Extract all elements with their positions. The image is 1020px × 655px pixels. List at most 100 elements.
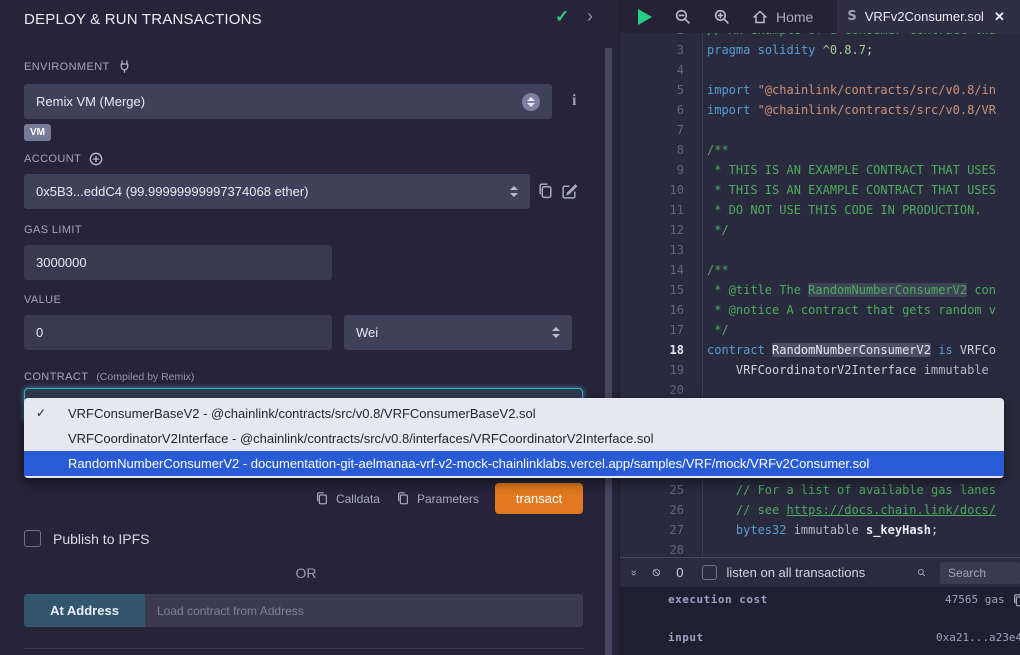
edit-account-icon[interactable] xyxy=(561,182,578,200)
line-number: 3 xyxy=(620,40,684,60)
terminal-value: 0xa21...a23e4 xyxy=(936,631,1020,644)
copy-icon xyxy=(396,491,410,506)
collapse-panel-chevron-icon[interactable]: › xyxy=(587,6,593,27)
account-label: ACCOUNT xyxy=(24,153,81,165)
at-address-input[interactable] xyxy=(145,594,583,627)
compile-success-check-icon: ✓ xyxy=(555,7,569,27)
contract-label: CONTRACT xyxy=(24,371,88,383)
publish-ipfs-checkbox[interactable] xyxy=(24,530,41,547)
terminal-row-execution-cost: execution cost 47565 gas xyxy=(620,593,1020,609)
line-content xyxy=(702,120,707,140)
line-content: /** xyxy=(702,260,729,280)
line-content: * DO NOT USE THIS CODE IN PRODUCTION. xyxy=(702,200,982,220)
file-tab-label: VRFv2Consumer.sol xyxy=(865,9,984,24)
environment-info-icon[interactable]: i xyxy=(572,92,576,110)
terminal-search-input[interactable] xyxy=(940,562,1020,584)
plug-icon xyxy=(118,60,131,73)
code-line: 14 /** xyxy=(620,260,1020,280)
home-tab-label: Home xyxy=(776,9,813,25)
listen-all-transactions-checkbox[interactable] xyxy=(702,565,717,580)
line-number: 28 xyxy=(620,540,684,557)
copy-parameters-button[interactable]: Parameters xyxy=(396,491,479,506)
line-content: * THIS IS AN EXAMPLE CONTRACT THAT USES xyxy=(702,160,996,180)
terminal-key: execution cost xyxy=(668,593,768,606)
environment-select[interactable]: Remix VM (Merge) xyxy=(24,84,552,119)
or-separator: OR xyxy=(0,565,612,581)
zoom-in-icon[interactable] xyxy=(713,8,730,25)
code-line: 12 */ xyxy=(620,220,1020,240)
code-line: 17 */ xyxy=(620,320,1020,340)
copy-account-icon[interactable] xyxy=(537,182,554,200)
home-icon xyxy=(752,9,768,25)
code-line: 19 VRFCoordinatorV2Interface immutable xyxy=(620,360,1020,380)
code-line: 20 xyxy=(620,380,1020,400)
line-number: 13 xyxy=(620,240,684,260)
tab-vrfv2consumer[interactable]: S VRFv2Consumer.sol ✕ xyxy=(837,0,1020,33)
dropdown-item-vrfconsumerbasev2[interactable]: ✓ VRFConsumerBaseV2 - @chainlink/contrac… xyxy=(24,401,1004,426)
search-icon xyxy=(917,565,926,580)
dropdown-item-randomnumberconsumerv2[interactable]: RandomNumberConsumerV2 - documentation-g… xyxy=(24,451,1004,476)
terminal-key: input xyxy=(668,631,704,644)
code-line: 3pragma solidity ^0.8.7; xyxy=(620,40,1020,60)
code-lines: 2// An example of a consumer contract th… xyxy=(620,33,1020,557)
line-number: 9 xyxy=(620,160,684,180)
add-account-icon[interactable] xyxy=(89,152,103,166)
run-script-play-icon[interactable] xyxy=(638,9,652,25)
gas-limit-input[interactable] xyxy=(36,255,320,270)
clear-console-ban-icon[interactable] xyxy=(652,565,661,580)
line-number: 7 xyxy=(620,120,684,140)
code-line: 16 * @notice A contract that gets random… xyxy=(620,300,1020,320)
code-line: 11 * DO NOT USE THIS CODE IN PRODUCTION. xyxy=(620,200,1020,220)
listen-all-transactions-label: listen on all transactions xyxy=(727,565,866,580)
account-label-row: ACCOUNT xyxy=(24,152,103,166)
line-number: 26 xyxy=(620,500,684,520)
code-line: 26 // see https://docs.chain.link/docs/ xyxy=(620,500,1020,520)
terminal-value: 47565 gas xyxy=(945,593,1005,606)
line-number: 14 xyxy=(620,260,684,280)
value-unit-select[interactable]: Wei xyxy=(344,315,572,350)
terminal-toolbar: 0 listen on all transactions xyxy=(620,557,1020,587)
environment-label: ENVIRONMENT xyxy=(24,61,110,73)
contract-sublabel: (Compiled by Remix) xyxy=(96,371,194,383)
transact-button[interactable]: transact xyxy=(495,483,583,514)
line-content: * @title The RandomNumberConsumerV2 con xyxy=(702,280,996,300)
zoom-out-icon[interactable] xyxy=(674,8,691,25)
line-number: 6 xyxy=(620,100,684,120)
value-input[interactable] xyxy=(36,325,320,340)
line-number: 11 xyxy=(620,200,684,220)
gas-limit-label: GAS LIMIT xyxy=(24,224,82,236)
terminal-row-input: input 0xa21...a23e4 xyxy=(620,631,1020,647)
code-line: 25 // For a list of available gas lanes xyxy=(620,480,1020,500)
panel-scrollbar[interactable] xyxy=(605,48,612,655)
dropdown-item-vrfcoordinatorv2interface[interactable]: VRFCoordinatorV2Interface - @chainlink/c… xyxy=(24,426,1004,451)
line-content xyxy=(702,60,707,80)
value-field xyxy=(24,315,332,350)
line-number: 16 xyxy=(620,300,684,320)
line-content: */ xyxy=(702,220,729,240)
copy-value-icon[interactable] xyxy=(1012,593,1020,608)
code-line: 27 bytes32 immutable s_keyHash; xyxy=(620,520,1020,540)
line-content xyxy=(702,540,707,557)
terminal: 0 listen on all transactions execution c… xyxy=(620,557,1020,655)
code-line: 2// An example of a consumer contract th… xyxy=(620,33,1020,40)
account-value: 0x5B3...eddC4 (99.99999999997374068 ethe… xyxy=(36,184,510,199)
line-number: 12 xyxy=(620,220,684,240)
at-address-button[interactable]: At Address xyxy=(24,594,145,627)
tab-home[interactable]: Home xyxy=(752,9,813,25)
code-area[interactable]: 2// An example of a consumer contract th… xyxy=(620,33,1020,557)
line-number: 27 xyxy=(620,520,684,540)
code-line: 7 xyxy=(620,120,1020,140)
copy-calldata-button[interactable]: Calldata xyxy=(315,491,380,506)
account-select[interactable]: 0x5B3...eddC4 (99.99999999997374068 ethe… xyxy=(24,174,530,209)
select-updown-icon xyxy=(510,186,518,197)
value-label: VALUE xyxy=(24,294,61,306)
line-number: 8 xyxy=(620,140,684,160)
line-number: 17 xyxy=(620,320,684,340)
close-tab-icon[interactable]: ✕ xyxy=(994,9,1005,25)
publish-ipfs-row: Publish to IPFS xyxy=(24,530,150,547)
line-number: 25 xyxy=(620,480,684,500)
environment-value: Remix VM (Merge) xyxy=(36,94,522,109)
line-content: * @notice A contract that gets random v xyxy=(702,300,996,320)
expand-terminal-double-chevron-icon[interactable] xyxy=(630,566,638,580)
section-divider xyxy=(24,648,584,649)
